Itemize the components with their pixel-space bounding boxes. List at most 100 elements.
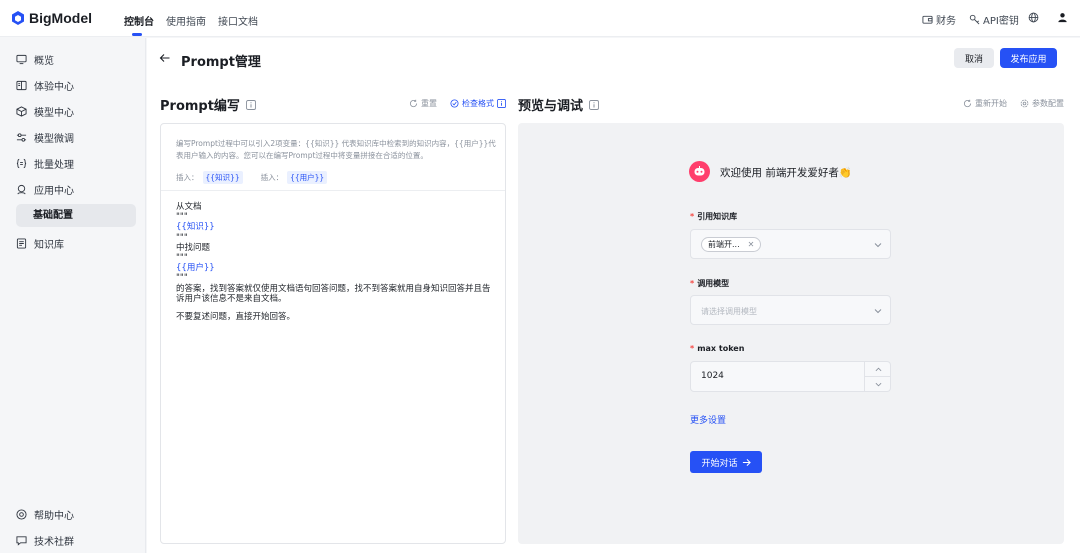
sidebar-subitem-basic-config[interactable]: 基础配置 bbox=[16, 204, 136, 227]
info-icon bbox=[497, 99, 506, 108]
gear-icon bbox=[1020, 99, 1029, 108]
start-chat-button[interactable]: 开始对话 bbox=[690, 451, 762, 473]
sidebar-item-models[interactable]: 模型中心 bbox=[16, 100, 74, 122]
editor-hint-text: 编写Prompt过程中可以引入2项变量：{{知识}} 代表知识库中检索到的知识内… bbox=[176, 139, 496, 160]
chevron-down-icon bbox=[875, 382, 881, 387]
page-title: Prompt管理 bbox=[181, 55, 261, 70]
max-token-field-label: * max token bbox=[690, 344, 745, 353]
user-avatar-button[interactable] bbox=[1057, 12, 1068, 23]
wallet-icon bbox=[922, 15, 933, 24]
close-icon[interactable]: ✕ bbox=[748, 238, 755, 251]
publish-button[interactable]: 发布应用 bbox=[1000, 48, 1057, 68]
increment-button[interactable] bbox=[865, 362, 891, 377]
monitor-icon bbox=[16, 54, 27, 64]
sidebar-item-community[interactable]: 技术社群 bbox=[16, 529, 74, 551]
insert-label: 插入： bbox=[176, 173, 199, 182]
prompt-variable-knowledge: {{知识}} bbox=[176, 222, 215, 233]
bigmodel-logo-icon bbox=[12, 11, 24, 25]
globe-icon bbox=[1028, 12, 1039, 23]
prompt-line: 的答案，找到答案就仅使用文档语句回答问题，找不到答案就用自身知识回答并且告诉用户… bbox=[176, 283, 491, 304]
sidebar-item-finetune[interactable]: 模型微调 bbox=[16, 126, 74, 148]
knowledge-base-select[interactable]: 前端开... ✕ bbox=[690, 229, 891, 259]
sidebar-item-label: 技术社群 bbox=[34, 536, 74, 548]
reset-label: 重置 bbox=[421, 99, 437, 108]
sidebar-item-knowledge-base[interactable]: 知识库 bbox=[16, 232, 64, 254]
model-select[interactable]: 请选择调用模型 bbox=[690, 295, 891, 325]
insert-user-chip[interactable]: {{用户}} bbox=[287, 171, 328, 184]
refresh-icon bbox=[409, 99, 418, 108]
editor-divider bbox=[161, 190, 505, 191]
reset-button[interactable]: 重置 bbox=[409, 98, 437, 109]
params-config-label: 参数配置 bbox=[1032, 99, 1064, 108]
chevron-down-icon bbox=[874, 309, 882, 314]
language-button[interactable] bbox=[1028, 12, 1039, 23]
sidebar-item-help[interactable]: 帮助中心 bbox=[16, 503, 74, 525]
kb-selected-tag[interactable]: 前端开... ✕ bbox=[701, 237, 762, 252]
tab-guide[interactable]: 使用指南 bbox=[166, 13, 206, 28]
active-tab-indicator bbox=[132, 33, 142, 36]
decrement-button[interactable] bbox=[865, 377, 891, 392]
chat-icon bbox=[16, 535, 27, 546]
preview-title: 预览与调试 bbox=[518, 99, 584, 114]
document-icon bbox=[16, 237, 27, 249]
sidebar-item-label: 批量处理 bbox=[34, 159, 74, 171]
insert-label: 插入： bbox=[260, 173, 284, 182]
bot-avatar bbox=[689, 161, 710, 182]
sidebar-item-label: 帮助中心 bbox=[34, 510, 74, 522]
prompt-line: 不要复述问题，直接开始回答。 bbox=[176, 312, 296, 323]
prompt-text-area[interactable]: 从文档 """ {{知识}} """ 中找问题 """ {{用户}} """ 的… bbox=[176, 202, 496, 322]
info-icon[interactable] bbox=[245, 99, 256, 110]
top-navbar: BigModel 控制台 使用指南 接口文档 财务 API密钥 bbox=[0, 0, 1080, 37]
adjust-icon bbox=[16, 132, 27, 142]
model-field-label: * 调用模型 bbox=[690, 279, 730, 288]
max-token-input[interactable]: 1024 bbox=[690, 361, 865, 392]
kb-field-label: * 引用知识库 bbox=[690, 212, 738, 221]
sidebar: 概览 体验中心 模型中心 模型微调 批量处理 应用中心 基础配置 知识库 帮助中… bbox=[0, 38, 146, 553]
api-key-label: API密钥 bbox=[983, 16, 1019, 27]
brand-logo[interactable]: BigModel bbox=[12, 10, 92, 26]
prompt-line: 中找问题 bbox=[176, 242, 211, 253]
more-settings-link[interactable]: 更多设置 bbox=[690, 413, 726, 426]
tab-api-docs[interactable]: 接口文档 bbox=[218, 13, 258, 28]
sidebar-item-label: 模型微调 bbox=[34, 133, 74, 145]
cancel-button[interactable]: 取消 bbox=[954, 48, 994, 68]
help-icon bbox=[16, 508, 27, 520]
sidebar-item-batch[interactable]: 批量处理 bbox=[16, 152, 74, 174]
welcome-message: 欢迎使用 前端开发爱好者👏 bbox=[720, 167, 852, 179]
insert-knowledge-chip[interactable]: {{知识}} bbox=[202, 171, 243, 184]
api-key-link[interactable]: API密钥 bbox=[969, 12, 1019, 27]
key-icon bbox=[969, 14, 980, 25]
restart-button[interactable]: 重新开始 bbox=[963, 98, 1007, 109]
sidebar-item-experience[interactable]: 体验中心 bbox=[16, 74, 74, 96]
robot-icon bbox=[17, 184, 26, 194]
prompt-editor[interactable]: 编写Prompt过程中可以引入2项变量：{{知识}} 代表知识库中检索到的知识内… bbox=[160, 123, 506, 544]
finance-link[interactable]: 财务 bbox=[922, 12, 956, 27]
start-chat-label: 开始对话 bbox=[701, 458, 738, 469]
info-icon[interactable] bbox=[589, 99, 599, 110]
chevron-up-icon bbox=[875, 367, 881, 371]
back-arrow-icon[interactable] bbox=[159, 52, 171, 64]
prompt-line: """ bbox=[176, 273, 188, 284]
cube-icon bbox=[16, 105, 27, 117]
preview-panel: 欢迎使用 前端开发爱好者👏 * 引用知识库 前端开... ✕ * 调用模型 请选择调… bbox=[518, 123, 1064, 544]
prompt-line: """ bbox=[176, 253, 188, 264]
main-content: Prompt管理 取消 发布应用 Prompt编写 重置 检查格式 编写Prom… bbox=[147, 38, 1080, 553]
brand-name: BigModel bbox=[29, 10, 92, 26]
sidebar-item-label: 知识库 bbox=[34, 239, 64, 251]
book-icon bbox=[16, 80, 27, 90]
params-config-button[interactable]: 参数配置 bbox=[1020, 98, 1064, 109]
sidebar-item-overview[interactable]: 概览 bbox=[16, 48, 54, 70]
sidebar-item-label: 应用中心 bbox=[34, 185, 74, 197]
check-format-icon bbox=[450, 99, 459, 108]
prompt-line: """ bbox=[176, 212, 188, 223]
check-format-button[interactable]: 检查格式 bbox=[450, 98, 506, 109]
sidebar-item-apps[interactable]: 应用中心 bbox=[16, 178, 74, 200]
insert-variables-row: 插入： {{知识}} 插入： {{用户}} bbox=[176, 171, 328, 184]
kb-tag-label: 前端开... bbox=[708, 240, 740, 249]
max-token-stepper bbox=[865, 361, 891, 392]
prompt-line: """ bbox=[176, 232, 188, 243]
model-select-placeholder: 请选择调用模型 bbox=[701, 307, 757, 316]
tab-console[interactable]: 控制台 bbox=[124, 13, 154, 28]
prompt-variable-user: {{用户}} bbox=[176, 263, 215, 274]
finance-label: 财务 bbox=[936, 16, 956, 27]
